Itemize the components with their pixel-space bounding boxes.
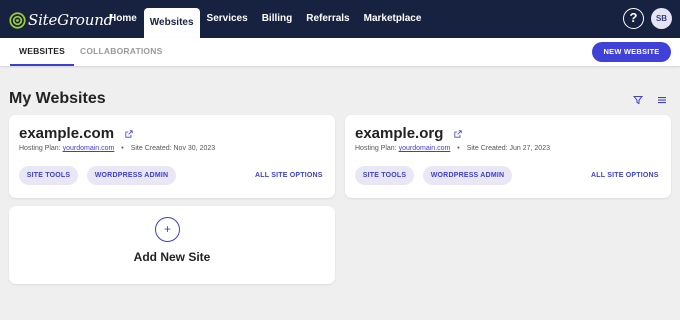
filter-icon[interactable] <box>633 95 643 105</box>
sub-navigation: WEBSITES COLLABORATIONS <box>0 38 680 66</box>
add-new-site-card[interactable]: + Add New Site <box>9 206 335 284</box>
site-tools-button[interactable]: SITE TOOLS <box>19 166 78 185</box>
help-button[interactable]: ? <box>623 8 644 29</box>
main-nav: Home Websites Services Billing Referrals… <box>102 0 428 38</box>
site-tools-button[interactable]: SITE TOOLS <box>355 166 414 185</box>
list-menu-icon[interactable] <box>657 95 667 105</box>
site-domain[interactable]: example.com <box>19 125 114 142</box>
nav-item-websites[interactable]: Websites <box>143 8 200 38</box>
brand-name: SiteGround <box>28 10 114 29</box>
wordpress-admin-button[interactable]: WORDPRESS ADMIN <box>423 166 512 185</box>
site-card: example.org Hosting Plan: yourdomain.com… <box>345 115 671 198</box>
hosting-plan-label: Hosting Plan: <box>19 145 61 152</box>
nav-item-services[interactable]: Services <box>200 0 255 38</box>
top-navigation-bar: SiteGround Home Websites Services Billin… <box>0 0 680 38</box>
tab-websites[interactable]: WEBSITES <box>10 38 74 66</box>
site-created: Site Created: Jun 27, 2023 <box>466 145 550 152</box>
wordpress-admin-button[interactable]: WORDPRESS ADMIN <box>87 166 176 185</box>
tab-collaborations[interactable]: COLLABORATIONS <box>80 38 162 66</box>
add-new-site-label[interactable]: Add New Site <box>9 250 335 264</box>
site-meta: Hosting Plan: yourdomain.com • Site Crea… <box>355 145 550 152</box>
external-link-icon[interactable] <box>454 130 462 138</box>
hosting-plan-link[interactable]: yourdomain.com <box>63 145 115 152</box>
separator-dot: • <box>121 145 124 152</box>
nav-item-home[interactable]: Home <box>102 0 144 38</box>
site-meta: Hosting Plan: yourdomain.com • Site Crea… <box>19 145 215 152</box>
hosting-plan-label: Hosting Plan: <box>355 145 397 152</box>
siteground-logo-icon <box>9 11 26 29</box>
new-website-button[interactable]: NEW WEBSITE <box>592 42 671 62</box>
all-site-options-link[interactable]: ALL SITE OPTIONS <box>255 166 323 185</box>
site-created: Site Created: Nov 30, 2023 <box>130 145 216 152</box>
plus-icon[interactable]: + <box>155 217 180 242</box>
all-site-options-link[interactable]: ALL SITE OPTIONS <box>591 166 659 185</box>
separator-dot: • <box>457 145 460 152</box>
nav-item-referrals[interactable]: Referrals <box>299 0 356 38</box>
site-card: example.com Hosting Plan: yourdomain.com… <box>9 115 335 198</box>
page-title: My Websites <box>9 90 106 107</box>
external-link-icon[interactable] <box>125 130 133 138</box>
hosting-plan-link[interactable]: yourdomain.com <box>399 145 451 152</box>
nav-item-billing[interactable]: Billing <box>255 0 300 38</box>
user-avatar[interactable]: SB <box>651 8 672 29</box>
nav-item-marketplace[interactable]: Marketplace <box>357 0 429 38</box>
site-domain[interactable]: example.org <box>355 125 443 142</box>
siteground-logo[interactable]: SiteGround <box>9 10 113 30</box>
